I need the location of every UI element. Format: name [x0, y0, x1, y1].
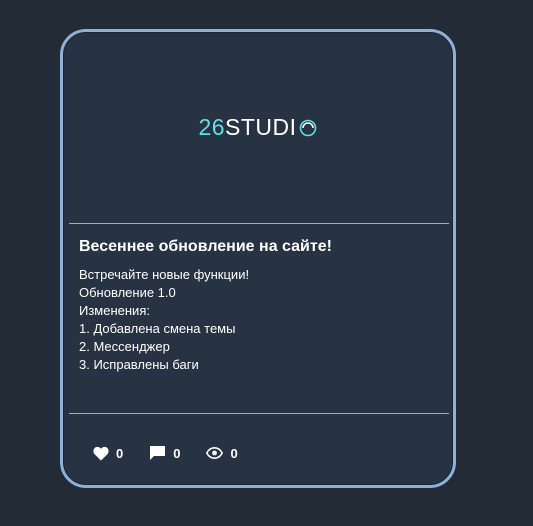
comment-button[interactable]: 0 — [149, 445, 180, 461]
post-line: Изменения: — [79, 303, 150, 318]
logo-area: 26 STUDI — [63, 32, 453, 222]
logo-text: STUDI — [225, 113, 297, 140]
post-card[interactable]: 26 STUDI Весеннее обновление на сайте! В… — [60, 29, 456, 488]
divider-bottom — [69, 413, 449, 414]
like-button[interactable]: 0 — [93, 446, 123, 461]
post-line: Обновление 1.0 — [79, 285, 176, 300]
post-line: 3. Исправлены баги — [79, 357, 199, 372]
comments-count: 0 — [173, 445, 181, 461]
post-stats: 0 0 0 — [93, 445, 264, 461]
eye-icon — [206, 447, 224, 459]
logo-number: 26 — [198, 113, 226, 140]
circle-logo-icon — [298, 117, 318, 137]
post-title: Весеннее обновление на сайте! — [79, 238, 332, 255]
post-line: Встречайте новые функции! — [79, 267, 250, 282]
comment-icon — [149, 445, 166, 461]
post-content: Весеннее обновление на сайте! Встречайте… — [79, 238, 439, 374]
heart-icon — [93, 446, 109, 461]
post-line: 1. Добавлена смена темы — [79, 321, 236, 336]
studio-logo: 26 STUDI — [198, 114, 317, 141]
post-line: 2. Мессенджер — [79, 339, 170, 354]
views-count: 0 — [230, 445, 238, 461]
divider-top — [69, 223, 449, 224]
views-indicator: 0 — [206, 445, 238, 461]
likes-count: 0 — [116, 445, 124, 461]
